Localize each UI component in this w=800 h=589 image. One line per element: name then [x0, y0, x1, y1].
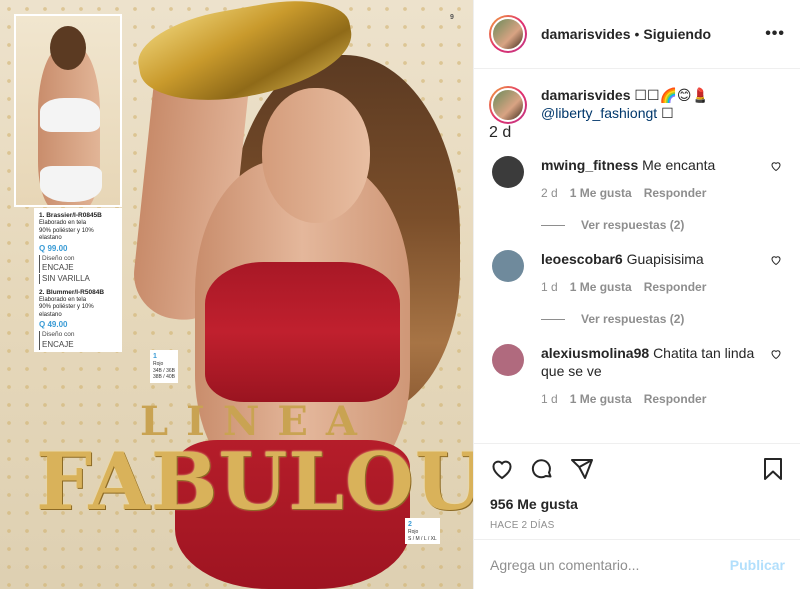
comment-heart-icon[interactable]: [770, 160, 782, 172]
catalog-page-number: 9: [450, 14, 454, 21]
comment-text: Me encanta: [642, 157, 716, 173]
share-icon[interactable]: [570, 457, 594, 481]
inset-white-brief: [40, 166, 102, 202]
caption-avatar[interactable]: [489, 86, 527, 124]
caption-username[interactable]: damarisvides: [541, 87, 631, 103]
post-date: HACE 2 DÍAS: [490, 520, 555, 531]
caption-emoji: ☐☐🌈😊💄: [634, 87, 709, 103]
comment-heart-icon[interactable]: [770, 254, 782, 266]
comment-age: 1 d: [541, 392, 558, 406]
item1-feature-label: Diseño con: [42, 254, 75, 262]
comments-list[interactable]: damarisvides ☐☐🌈😊💄 @liberty_fashiongt ☐ …: [474, 70, 800, 443]
bookmark-icon[interactable]: [761, 457, 785, 481]
comment-input[interactable]: [490, 556, 730, 573]
more-options-icon[interactable]: •••: [765, 25, 785, 43]
view-replies-button[interactable]: Ver respuestas (2): [541, 312, 786, 326]
following-button[interactable]: Siguiendo: [643, 26, 711, 42]
comment-icon[interactable]: [530, 457, 554, 481]
headline-fabulous: FABULOUS: [36, 435, 473, 528]
size-tag-number: 1: [153, 353, 157, 360]
comment-heart-icon[interactable]: [770, 348, 782, 360]
item2-feature-label: Diseño con: [42, 331, 75, 339]
post-sidebar: damarisvides • Siguiendo ••• damarisvide…: [473, 0, 800, 589]
post-header: damarisvides • Siguiendo •••: [474, 0, 800, 69]
item2-feature-value: ENCAJE: [42, 339, 74, 349]
comment-username[interactable]: alexiusmolina98: [541, 345, 649, 361]
size-tag-sizes-2: 38B / 40B: [153, 374, 175, 381]
author-username[interactable]: damarisvides: [541, 26, 631, 42]
header-separator: •: [634, 26, 640, 42]
comment-item: alexiusmolina98 Chatita tan linda que se…: [489, 344, 786, 408]
caption-mention-link[interactable]: @liberty_fashiongt: [541, 105, 657, 121]
caption-text: damarisvides ☐☐🌈😊💄 @liberty_fashiongt ☐: [541, 86, 709, 124]
item1-title: 1. Brassier/I-R0845B: [39, 212, 102, 219]
size-tag-sizes: S / M / L / XL: [408, 535, 437, 542]
replies-divider: [541, 224, 565, 226]
add-comment-bar: Publicar: [474, 539, 800, 589]
model-face: [262, 88, 370, 223]
likes-count[interactable]: 956 Me gusta: [490, 496, 785, 512]
view-replies-label: Ver respuestas (2): [581, 218, 685, 232]
inset-white-bra: [40, 98, 100, 132]
comment-item: leoescobar6 Guapisisima 1 d 1 Me gusta Res…: [489, 250, 786, 296]
item1-price: Q 99.00: [39, 243, 68, 253]
red-lace-bra: [205, 262, 400, 402]
view-replies-button[interactable]: Ver respuestas (2): [541, 218, 786, 232]
product-spec-card: 1. Brassier/I-R0845B Elaborado en tela 9…: [34, 208, 122, 352]
comment-likes[interactable]: 1 Me gusta: [570, 186, 632, 200]
caption-age: 2 d: [489, 124, 512, 141]
item1-feature: Diseño con ENCAJE: [39, 254, 117, 273]
comment-likes[interactable]: 1 Me gusta: [570, 392, 632, 406]
size-tag-1: 1 Rojo 34B / 36B 38B / 40B: [150, 350, 178, 383]
inset-back-view-image: [14, 14, 122, 207]
heart-icon[interactable]: [490, 457, 514, 481]
item2-price: Q 49.00: [39, 320, 68, 330]
publish-button[interactable]: Publicar: [730, 557, 785, 573]
item1-desc2: 90% poliéster y 10% elastano: [39, 227, 94, 242]
reply-button[interactable]: Responder: [644, 392, 707, 406]
action-icons: [490, 456, 785, 482]
author-avatar[interactable]: [489, 15, 527, 53]
inset-model-head: [50, 26, 86, 70]
comment-item: mwing_fitness Me encanta 2 d 1 Me gusta Re…: [489, 156, 786, 202]
reply-button[interactable]: Responder: [644, 280, 707, 294]
post-caption: damarisvides ☐☐🌈😊💄 @liberty_fashiongt ☐: [489, 86, 786, 124]
item2-feature: Diseño con ENCAJE: [39, 331, 117, 350]
instagram-post-view: 9 1. Brassier/I-R0845B Elaborado en tela…: [0, 0, 800, 589]
commenter-avatar[interactable]: [492, 344, 524, 376]
comment-age: 2 d: [541, 186, 558, 200]
item1-feature-value: ENCAJE: [42, 262, 74, 272]
view-replies-label: Ver respuestas (2): [581, 312, 685, 326]
item2-title: 2. Blummer/I-R5084B: [39, 288, 105, 296]
comment-username[interactable]: leoescobar6: [541, 251, 623, 267]
comment-age: 1 d: [541, 280, 558, 294]
item1-desc: Elaborado en tela: [39, 220, 87, 227]
item1-feature2: SIN VARILLA: [39, 273, 117, 284]
post-photo[interactable]: 9 1. Brassier/I-R0845B Elaborado en tela…: [0, 0, 473, 589]
comment-likes[interactable]: 1 Me gusta: [570, 280, 632, 294]
commenter-avatar[interactable]: [492, 250, 524, 282]
item2-desc2: 90% poliéster y 10% elastano: [39, 304, 94, 318]
replies-divider: [541, 318, 565, 320]
reply-button[interactable]: Responder: [644, 186, 707, 200]
commenter-avatar[interactable]: [492, 156, 524, 188]
item2-desc: Elaborado en tela: [39, 296, 87, 303]
caption-suffix: ☐: [661, 105, 674, 121]
comment-text: Guapisisima: [626, 251, 704, 267]
comment-username[interactable]: mwing_fitness: [541, 157, 638, 173]
post-actions: 956 Me gusta HACE 2 DÍAS: [474, 443, 800, 539]
